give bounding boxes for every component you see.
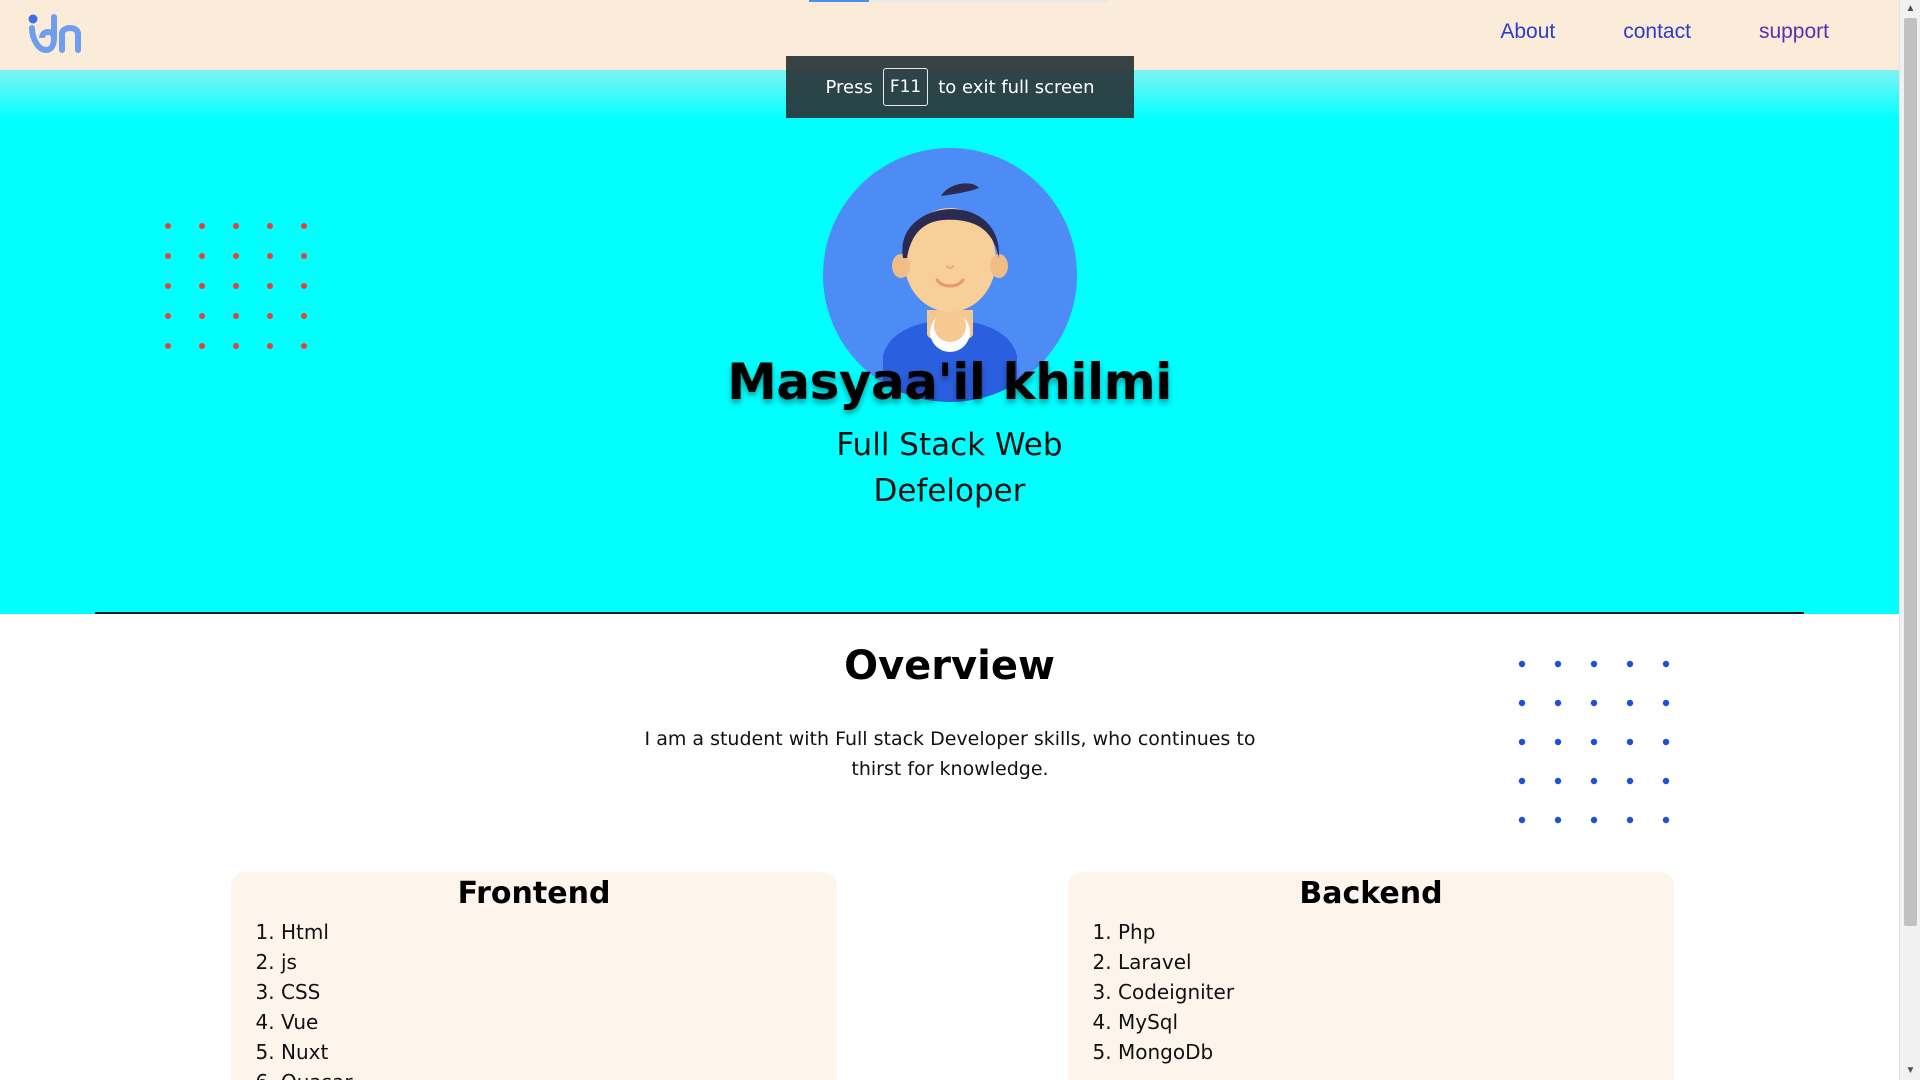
list-item: Nuxt [281, 1037, 837, 1067]
loading-track [869, 0, 1109, 2]
scroll-up-arrow-icon[interactable]: ▲ [1900, 0, 1920, 18]
hero-role: Full Stack Web Defeloper [0, 422, 1899, 514]
list-item: Html [281, 917, 837, 947]
loading-indicator [809, 0, 869, 2]
nav-link-about[interactable]: About [1500, 20, 1555, 44]
fullscreen-notice-prefix: Press [825, 76, 873, 98]
list-item: Quasar [281, 1067, 837, 1080]
hero-role-line2: Defeloper [873, 473, 1026, 509]
nav-links: About contact support [1432, 20, 1829, 44]
hero-section: Masyaa'il khilmi Full Stack Web Defelope… [0, 70, 1899, 614]
list-item: CSS [281, 977, 837, 1007]
vertical-scrollbar[interactable]: ▲ ▼ [1899, 0, 1920, 1080]
f11-key-badge: F11 [882, 68, 929, 106]
frontend-list: Html js CSS Vue Nuxt Quasar [231, 917, 837, 1080]
decorative-dots-red [165, 223, 307, 349]
scroll-down-arrow-icon[interactable]: ▼ [1900, 1062, 1920, 1080]
list-item: MySql [1118, 1007, 1674, 1037]
backend-card: Backend Php Laravel Codeigniter MySql Mo… [1068, 872, 1674, 1080]
list-item: Codeigniter [1118, 977, 1674, 1007]
fullscreen-notice: Press F11 to exit full screen [786, 56, 1134, 118]
page-viewport: About contact support Masyaa'il khilmi F… [0, 0, 1899, 1080]
list-item: js [281, 947, 837, 977]
backend-list: Php Laravel Codeigniter MySql MongoDb [1068, 917, 1674, 1067]
hero-name: Masyaa'il khilmi [727, 353, 1172, 411]
scroll-thumb[interactable] [1904, 18, 1917, 926]
fullscreen-notice-suffix: to exit full screen [938, 76, 1095, 98]
backend-title: Backend [1299, 876, 1443, 911]
list-item: Laravel [1118, 947, 1674, 977]
list-item: MongoDb [1118, 1037, 1674, 1067]
nav-link-support[interactable]: support [1759, 20, 1829, 44]
frontend-title: Frontend [457, 876, 611, 911]
section-divider [95, 612, 1804, 614]
overview-text: I am a student with Full stack Developer… [644, 728, 1256, 780]
frontend-card: Frontend Html js CSS Vue Nuxt Quasar [231, 872, 837, 1080]
idn-logo-icon[interactable] [28, 14, 84, 54]
hero-role-line1: Full Stack Web [836, 427, 1063, 463]
list-item: Php [1118, 917, 1674, 947]
list-item: Vue [281, 1007, 837, 1037]
nav-link-contact[interactable]: contact [1623, 20, 1691, 44]
decorative-dots-blue [1518, 660, 1670, 824]
